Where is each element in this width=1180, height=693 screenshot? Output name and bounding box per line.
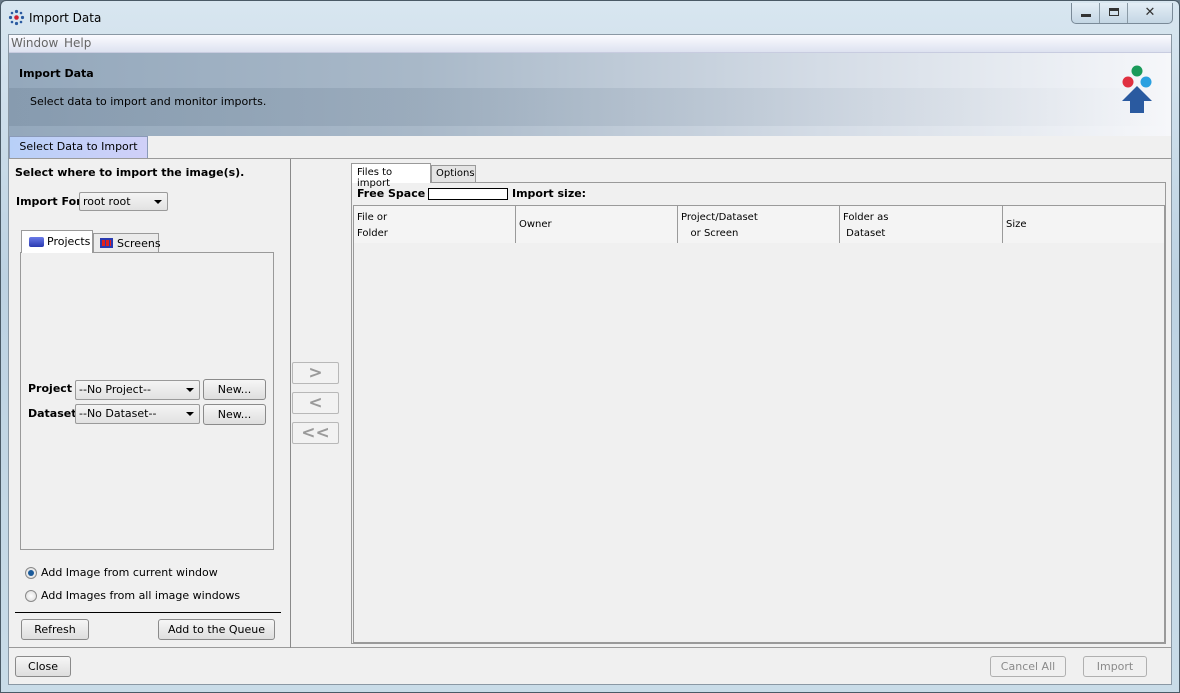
screen-icon	[100, 238, 113, 248]
omero-import-logo-icon	[1122, 65, 1152, 113]
dataset-label: Dataset	[28, 407, 77, 420]
header-banner: Import Data Select data to import and mo…	[9, 53, 1171, 136]
project-select[interactable]: --No Project--	[75, 380, 200, 400]
tab-select-data-to-import[interactable]: Select Data to Import	[9, 136, 148, 158]
col-project-dataset[interactable]: Project/Dataset or Screen	[678, 206, 840, 243]
window-title: Import Data	[29, 11, 102, 25]
remove-file-button[interactable]: <	[292, 392, 339, 414]
files-panel: Free Space Import size: File or Folder Ow…	[351, 182, 1166, 644]
header-subtitle: Select data to import and monitor import…	[30, 95, 267, 108]
radio-all-windows-label: Add Images from all image windows	[41, 589, 241, 602]
files-table: File or Folder Owner Project/Dataset or S…	[353, 205, 1165, 643]
import-for-label: Import For	[16, 195, 82, 208]
split-divider[interactable]	[290, 159, 291, 648]
close-button[interactable]: Close	[15, 656, 71, 677]
add-to-queue-button[interactable]: Add to the Queue	[158, 619, 275, 640]
window-controls: ✕	[1071, 3, 1173, 24]
tab-screens[interactable]: Screens	[93, 233, 161, 253]
table-header: File or Folder Owner Project/Dataset or S…	[354, 206, 1164, 243]
new-project-button[interactable]: New...	[203, 379, 266, 400]
import-size-label: Import size:	[512, 187, 587, 200]
col-file-or-folder[interactable]: File or Folder	[354, 206, 516, 243]
import-for-value: root root	[83, 195, 131, 208]
tab-projects-label: Projects	[47, 235, 91, 248]
radio-current-window[interactable]	[25, 567, 37, 579]
radio-current-window-label: Add Image from current window	[41, 566, 218, 579]
close-window-button[interactable]: ✕	[1128, 3, 1172, 23]
col-size[interactable]: Size	[1003, 206, 1164, 243]
col-folder-as-dataset[interactable]: Folder as Dataset	[840, 206, 1003, 243]
dataset-select[interactable]: --No Dataset--	[75, 404, 200, 424]
folder-icon	[29, 237, 44, 247]
menu-bar: Window Help	[9, 35, 1171, 53]
tab-options[interactable]: Options	[431, 165, 476, 183]
header-title: Import Data	[19, 67, 94, 80]
cancel-all-button[interactable]: Cancel All	[990, 656, 1066, 677]
new-dataset-button[interactable]: New...	[203, 404, 266, 425]
dataset-value: --No Dataset--	[79, 407, 157, 420]
project-value: --No Project--	[79, 383, 151, 396]
import-for-select[interactable]: root root	[79, 192, 168, 211]
tab-projects[interactable]: Projects	[21, 230, 93, 253]
col-owner[interactable]: Owner	[516, 206, 678, 243]
import-button[interactable]: Import	[1083, 656, 1147, 677]
menu-window[interactable]: Window	[11, 35, 58, 52]
app-icon	[8, 9, 25, 26]
project-label: Project	[28, 382, 73, 395]
tab-files-to-import[interactable]: Files to import	[351, 163, 431, 189]
left-heading: Select where to import the image(s).	[15, 166, 245, 179]
separator	[15, 612, 281, 613]
maximize-button[interactable]	[1100, 3, 1128, 23]
minimize-button[interactable]	[1072, 3, 1100, 23]
add-file-button[interactable]: >	[292, 362, 339, 384]
tab-screens-label: Screens	[117, 237, 161, 250]
refresh-button[interactable]: Refresh	[21, 619, 89, 640]
free-space-bar	[428, 188, 508, 200]
projects-tab-content	[20, 252, 274, 550]
radio-all-windows[interactable]	[25, 590, 37, 602]
menu-help[interactable]: Help	[64, 35, 91, 52]
remove-all-button[interactable]: <<	[292, 422, 339, 444]
